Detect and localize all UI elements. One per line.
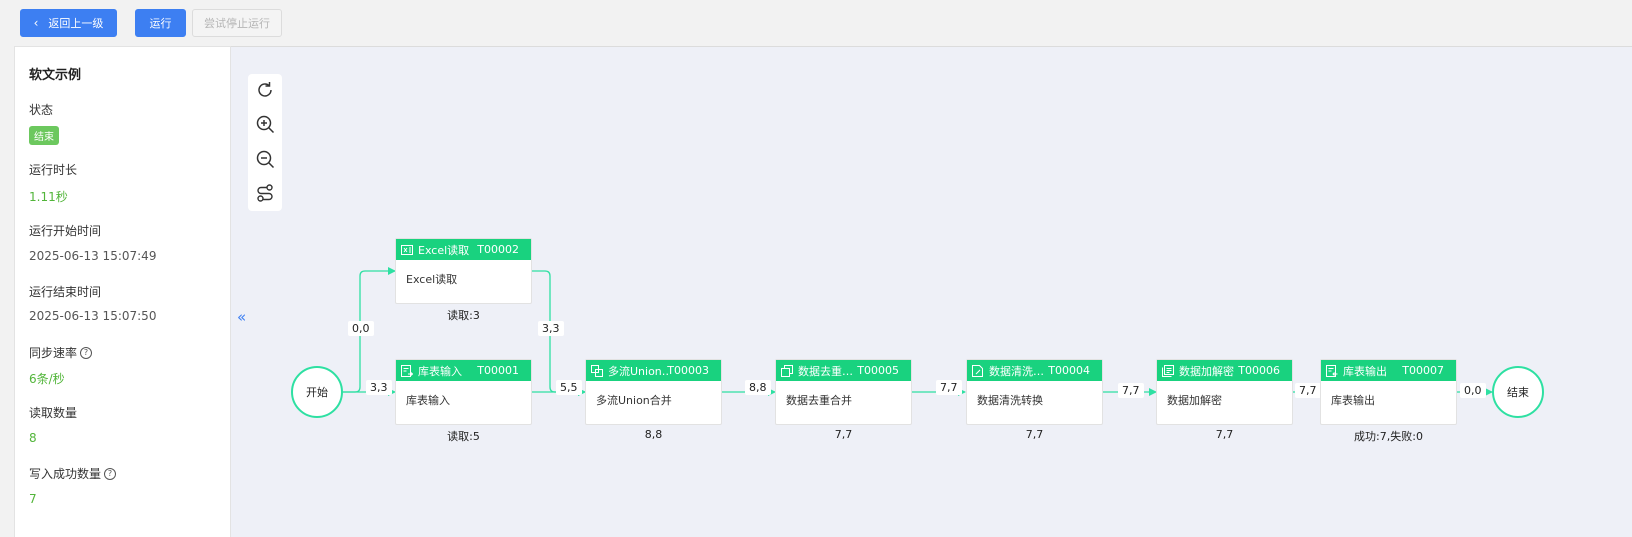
node-name: 数据去重… (798, 364, 853, 378)
node-code: T00002 (477, 243, 519, 256)
edge-label-dedup-clean: 7,7 (936, 380, 962, 395)
edge-label-clean-crypto: 7,7 (1118, 383, 1144, 398)
copy-icon (781, 364, 793, 377)
node-name: 多流Union… (608, 364, 670, 378)
node-code: T00007 (1402, 364, 1444, 377)
node-name: 库表输出 (1343, 364, 1387, 378)
node-stat-dedup: 7,7 (834, 428, 853, 441)
edge-label-start-table: 3,3 (366, 380, 392, 395)
node-stat-excel: 读取:3 (447, 309, 480, 322)
node-stat-crypto: 7,7 (1215, 428, 1234, 441)
node-name: Excel读取 (418, 243, 470, 257)
edge-label-start-excel: 0,0 (348, 321, 374, 336)
merge-icon (591, 364, 603, 377)
edge-label-excel-union: 3,3 (538, 321, 564, 336)
node-code: T00001 (477, 364, 519, 377)
node-excel-read[interactable]: Excel读取 T00002 Excel读取 (395, 238, 532, 304)
node-header: 数据去重… T00005 (776, 360, 911, 381)
excel-file-icon (401, 244, 413, 255)
node-name: 数据加解密 (1179, 364, 1234, 378)
node-header: 数据清洗… T00004 (967, 360, 1102, 381)
edge-label-crypto-out: 7,7 (1295, 383, 1321, 398)
node-stat-table-output: 成功:7,失败:0 (1354, 430, 1423, 443)
start-node[interactable]: 开始 (291, 366, 343, 418)
node-description: Excel读取 (406, 273, 458, 286)
table-input-icon (401, 364, 413, 377)
flow-edges (343, 267, 1493, 396)
node-union[interactable]: 多流Union… T00003 多流Union合并 (585, 359, 722, 425)
edge-label-out-end: 0,0 (1460, 383, 1486, 398)
node-description: 数据加解密 (1167, 394, 1222, 407)
node-code: T00006 (1238, 364, 1280, 377)
node-table-input[interactable]: 库表输入 T00001 库表输入 (395, 359, 532, 425)
edit-document-icon (972, 364, 983, 377)
end-node[interactable]: 结束 (1492, 366, 1544, 418)
node-description: 数据去重合并 (786, 394, 852, 407)
node-description: 库表输出 (1331, 394, 1375, 407)
node-code: T00004 (1048, 364, 1090, 377)
edge-label-union-dedup: 8,8 (745, 380, 771, 395)
start-node-label: 开始 (306, 386, 328, 399)
node-description: 库表输入 (406, 394, 450, 407)
node-dedup[interactable]: 数据去重… T00005 数据去重合并 (775, 359, 912, 425)
node-header: 多流Union… T00003 (586, 360, 721, 381)
node-header: Excel读取 T00002 (396, 239, 531, 260)
node-table-output[interactable]: 库表输出 T00007 库表输出 (1320, 359, 1457, 425)
table-output-icon (1326, 364, 1338, 377)
edge-label-table-union: 5,5 (556, 380, 582, 395)
node-description: 多流Union合并 (596, 394, 672, 407)
node-crypto[interactable]: 数据加解密 T00006 数据加解密 (1156, 359, 1293, 425)
end-node-label: 结束 (1507, 386, 1529, 399)
node-stat-union: 8,8 (644, 428, 663, 441)
node-description: 数据清洗转换 (977, 394, 1043, 407)
documents-icon (1162, 364, 1174, 377)
node-code: T00003 (667, 364, 709, 377)
node-stat-clean: 7,7 (1025, 428, 1044, 441)
node-stat-table-input: 读取:5 (447, 430, 480, 443)
node-header: 库表输入 T00001 (396, 360, 531, 381)
node-header: 库表输出 T00007 (1321, 360, 1456, 381)
node-name: 数据清洗… (989, 364, 1044, 378)
node-code: T00005 (857, 364, 899, 377)
node-name: 库表输入 (418, 364, 462, 378)
node-clean[interactable]: 数据清洗… T00004 数据清洗转换 (966, 359, 1103, 425)
node-header: 数据加解密 T00006 (1157, 360, 1292, 381)
